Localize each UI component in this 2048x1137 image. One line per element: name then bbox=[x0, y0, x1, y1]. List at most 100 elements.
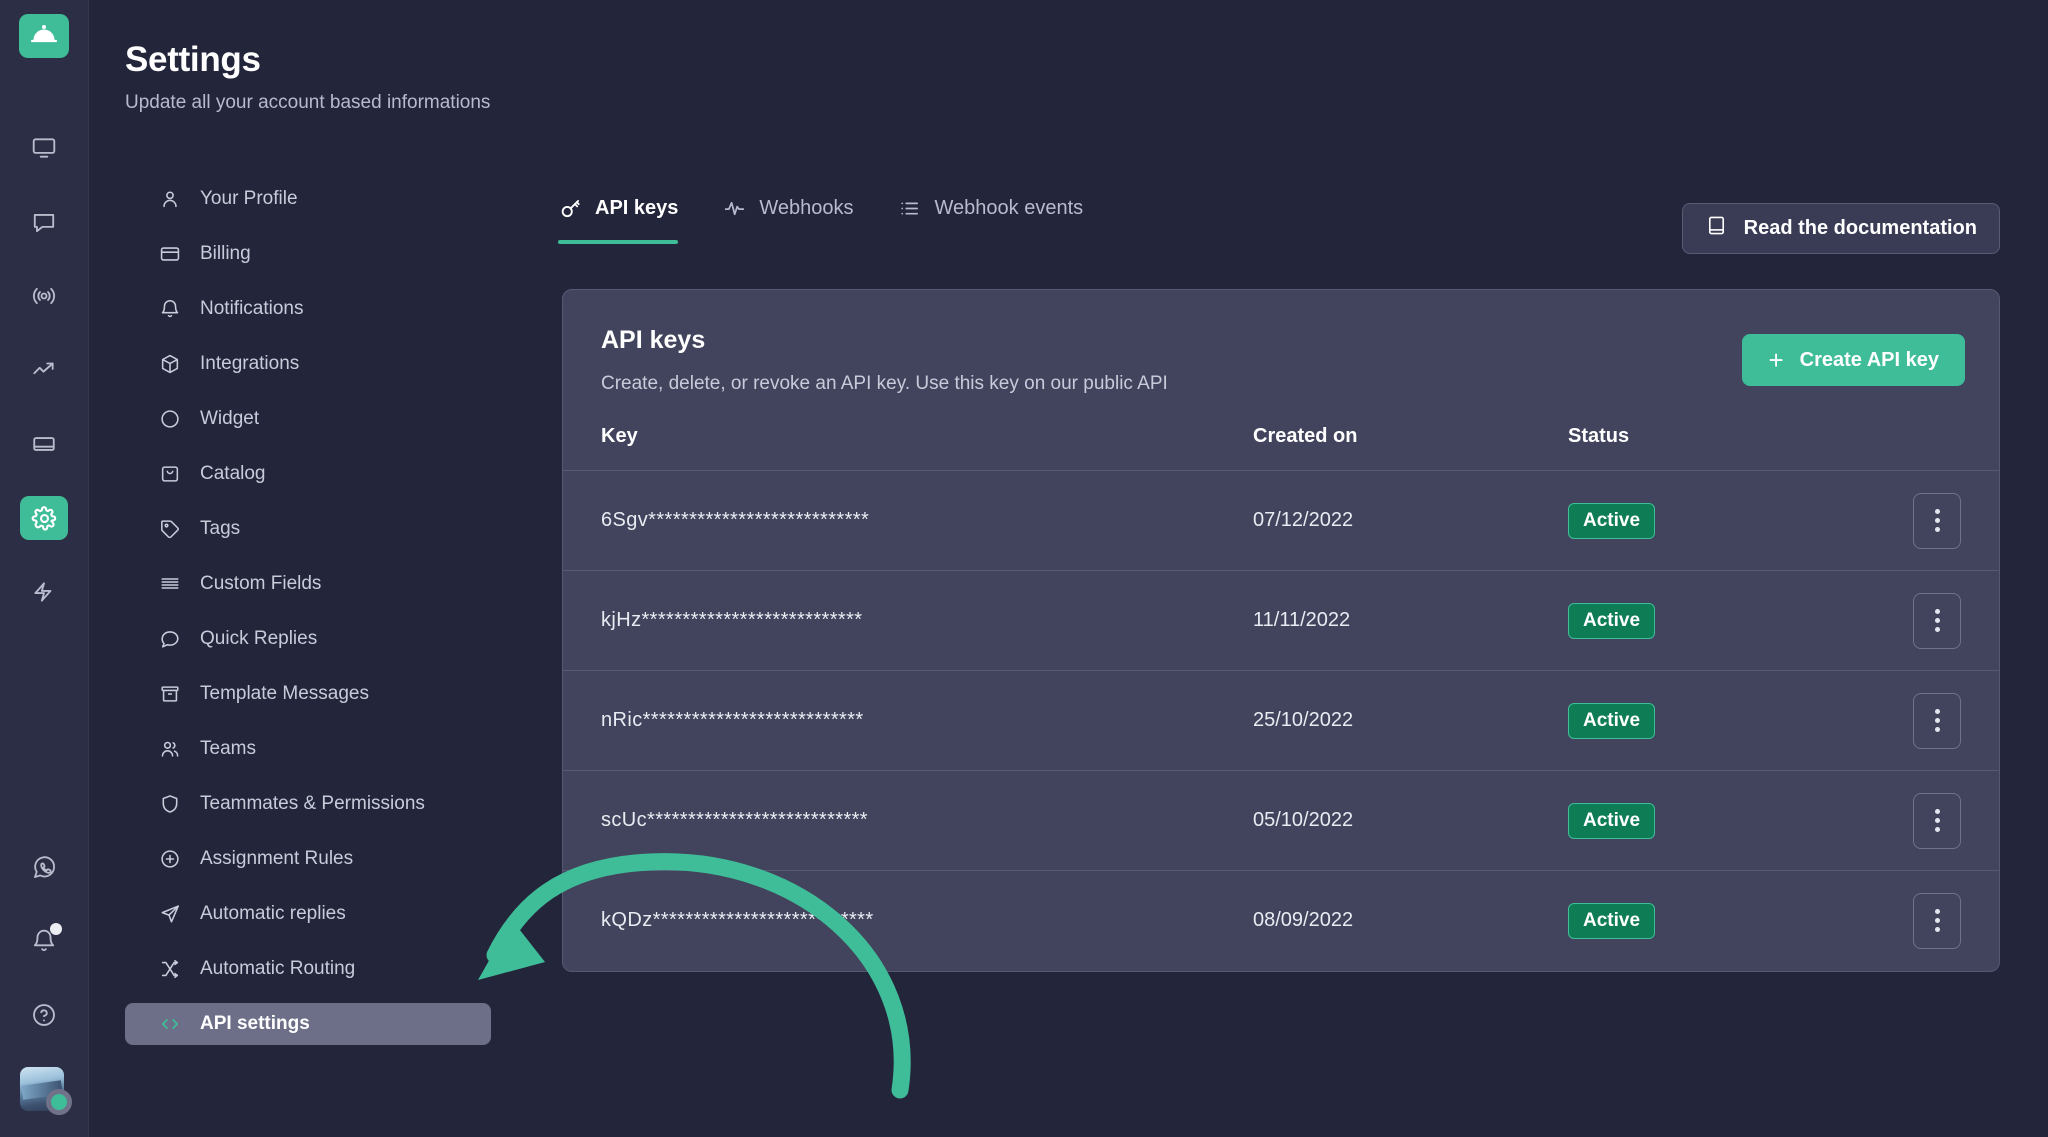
created-on-value: 08/09/2022 bbox=[1253, 909, 1353, 931]
user-icon bbox=[158, 187, 182, 211]
read-documentation-label: Read the documentation bbox=[1744, 217, 1977, 240]
table-row[interactable]: kjHz*************************** 11/11/20… bbox=[563, 571, 1999, 671]
create-api-key-button[interactable]: + Create API key bbox=[1742, 334, 1965, 386]
created-on-value: 05/10/2022 bbox=[1253, 809, 1353, 831]
code-icon bbox=[158, 1012, 182, 1036]
status-badge: Active bbox=[1568, 503, 1655, 539]
cube-icon bbox=[158, 352, 182, 376]
sidebar-item-your-profile[interactable]: Your Profile bbox=[125, 178, 491, 220]
sidebar-item-teammates-permissions[interactable]: Teammates & Permissions bbox=[125, 783, 491, 825]
api-keys-table: Key Created on Status 6Sgv**************… bbox=[563, 425, 1999, 971]
sidebar-item-label: Your Profile bbox=[200, 188, 298, 210]
sidebar-item-label: Custom Fields bbox=[200, 573, 321, 595]
settings-nav: Your Profile Billing Notifications Integ… bbox=[125, 178, 491, 1058]
sidebar-item-label: Teammates & Permissions bbox=[200, 793, 425, 815]
users-icon bbox=[158, 737, 182, 761]
api-key-value: kQDz*************************** bbox=[601, 909, 874, 931]
serving-dome-icon bbox=[30, 22, 58, 51]
circle-icon bbox=[158, 407, 182, 431]
sidebar-item-template-messages[interactable]: Template Messages bbox=[125, 673, 491, 715]
api-keys-card: API keys Create, delete, or revoke an AP… bbox=[562, 289, 2000, 972]
kebab-menu-icon[interactable] bbox=[1913, 493, 1961, 549]
send-icon bbox=[158, 902, 182, 926]
archive-icon bbox=[158, 682, 182, 706]
sidebar-item-widget[interactable]: Widget bbox=[125, 398, 491, 440]
sidebar-item-assignment-rules[interactable]: Assignment Rules bbox=[125, 838, 491, 880]
kebab-menu-icon[interactable] bbox=[1913, 593, 1961, 649]
sidebar-item-billing[interactable]: Billing bbox=[125, 233, 491, 275]
sidebar-item-label: Billing bbox=[200, 243, 251, 265]
rail-item-notifications[interactable] bbox=[20, 919, 68, 963]
activity-icon bbox=[722, 196, 746, 220]
sidebar-item-custom-fields[interactable]: Custom Fields bbox=[125, 563, 491, 605]
kebab-menu-icon[interactable] bbox=[1913, 893, 1961, 949]
table-row[interactable]: kQDz*************************** 08/09/20… bbox=[563, 871, 1999, 971]
gear-icon bbox=[31, 505, 58, 532]
sidebar-item-label: Teams bbox=[200, 738, 256, 760]
page-subtitle: Update all your account based informatio… bbox=[125, 92, 490, 114]
lightning-icon bbox=[31, 579, 57, 605]
column-header-created: Created on bbox=[1253, 425, 1568, 471]
status-badge: Active bbox=[1568, 803, 1655, 839]
sidebar-item-label: Widget bbox=[200, 408, 259, 430]
credit-card-icon bbox=[158, 242, 182, 266]
status-badge: Active bbox=[1568, 703, 1655, 739]
sidebar-item-teams[interactable]: Teams bbox=[125, 728, 491, 770]
column-header-actions bbox=[1828, 425, 1999, 471]
table-body: 6Sgv*************************** 07/12/20… bbox=[563, 471, 1999, 971]
tab-webhook-events[interactable]: Webhook events bbox=[898, 196, 1084, 244]
app-logo[interactable] bbox=[19, 14, 69, 58]
sidebar-item-quick-replies[interactable]: Quick Replies bbox=[125, 618, 491, 660]
rail-item-chat[interactable] bbox=[20, 200, 68, 244]
trending-up-icon bbox=[31, 357, 57, 383]
whatsapp-icon bbox=[31, 854, 58, 881]
tab-bar: API keys Webhooks Webhook events bbox=[558, 196, 1083, 244]
sidebar-item-label: Integrations bbox=[200, 353, 299, 375]
table-row[interactable]: 6Sgv*************************** 07/12/20… bbox=[563, 471, 1999, 571]
sidebar-item-tags[interactable]: Tags bbox=[125, 508, 491, 550]
rail-item-monitor[interactable] bbox=[20, 126, 68, 170]
create-api-key-label: Create API key bbox=[1800, 349, 1939, 372]
rail-item-inbox[interactable] bbox=[20, 422, 68, 466]
sidebar-item-label: API settings bbox=[200, 1013, 310, 1035]
sidebar-item-label: Tags bbox=[200, 518, 240, 540]
book-icon bbox=[1705, 214, 1728, 243]
avatar[interactable] bbox=[20, 1067, 68, 1115]
tab-label: Webhook events bbox=[935, 197, 1084, 220]
rail-item-settings[interactable] bbox=[20, 496, 68, 540]
plus-circle-icon bbox=[158, 847, 182, 871]
created-on-value: 11/11/2022 bbox=[1253, 609, 1350, 631]
sidebar-item-catalog[interactable]: Catalog bbox=[125, 453, 491, 495]
rail-item-help[interactable] bbox=[20, 993, 68, 1037]
sidebar-item-notifications[interactable]: Notifications bbox=[125, 288, 491, 330]
rail-item-analytics[interactable] bbox=[20, 348, 68, 392]
chat-icon bbox=[31, 209, 57, 235]
status-badge: Active bbox=[1568, 603, 1655, 639]
help-circle-icon bbox=[31, 1002, 57, 1028]
sidebar-item-label: Notifications bbox=[200, 298, 304, 320]
sidebar-item-integrations[interactable]: Integrations bbox=[125, 343, 491, 385]
kebab-menu-icon[interactable] bbox=[1913, 793, 1961, 849]
card-header: API keys Create, delete, or revoke an AP… bbox=[563, 290, 1999, 395]
api-key-value: scUc*************************** bbox=[601, 809, 868, 831]
rail-item-automation[interactable] bbox=[20, 570, 68, 614]
sidebar-item-automatic-routing[interactable]: Automatic Routing bbox=[125, 948, 491, 990]
tab-api-keys[interactable]: API keys bbox=[558, 196, 678, 244]
rail-item-whatsapp[interactable] bbox=[20, 845, 68, 889]
page-title: Settings bbox=[125, 40, 490, 80]
bag-icon bbox=[158, 462, 182, 486]
notification-badge bbox=[50, 923, 62, 935]
read-documentation-button[interactable]: Read the documentation bbox=[1682, 203, 2000, 254]
rail-item-broadcast[interactable] bbox=[20, 274, 68, 318]
tag-icon bbox=[158, 517, 182, 541]
tab-webhooks[interactable]: Webhooks bbox=[722, 196, 853, 244]
kebab-menu-icon[interactable] bbox=[1913, 693, 1961, 749]
sidebar-item-api-settings[interactable]: API settings bbox=[125, 1003, 491, 1045]
broadcast-icon bbox=[31, 283, 57, 309]
column-header-status: Status bbox=[1568, 425, 1828, 471]
sidebar-item-automatic-replies[interactable]: Automatic replies bbox=[125, 893, 491, 935]
table-row[interactable]: scUc*************************** 05/10/20… bbox=[563, 771, 1999, 871]
list-lines-icon bbox=[158, 572, 182, 596]
table-row[interactable]: nRic*************************** 25/10/20… bbox=[563, 671, 1999, 771]
column-header-key: Key bbox=[563, 425, 1253, 471]
